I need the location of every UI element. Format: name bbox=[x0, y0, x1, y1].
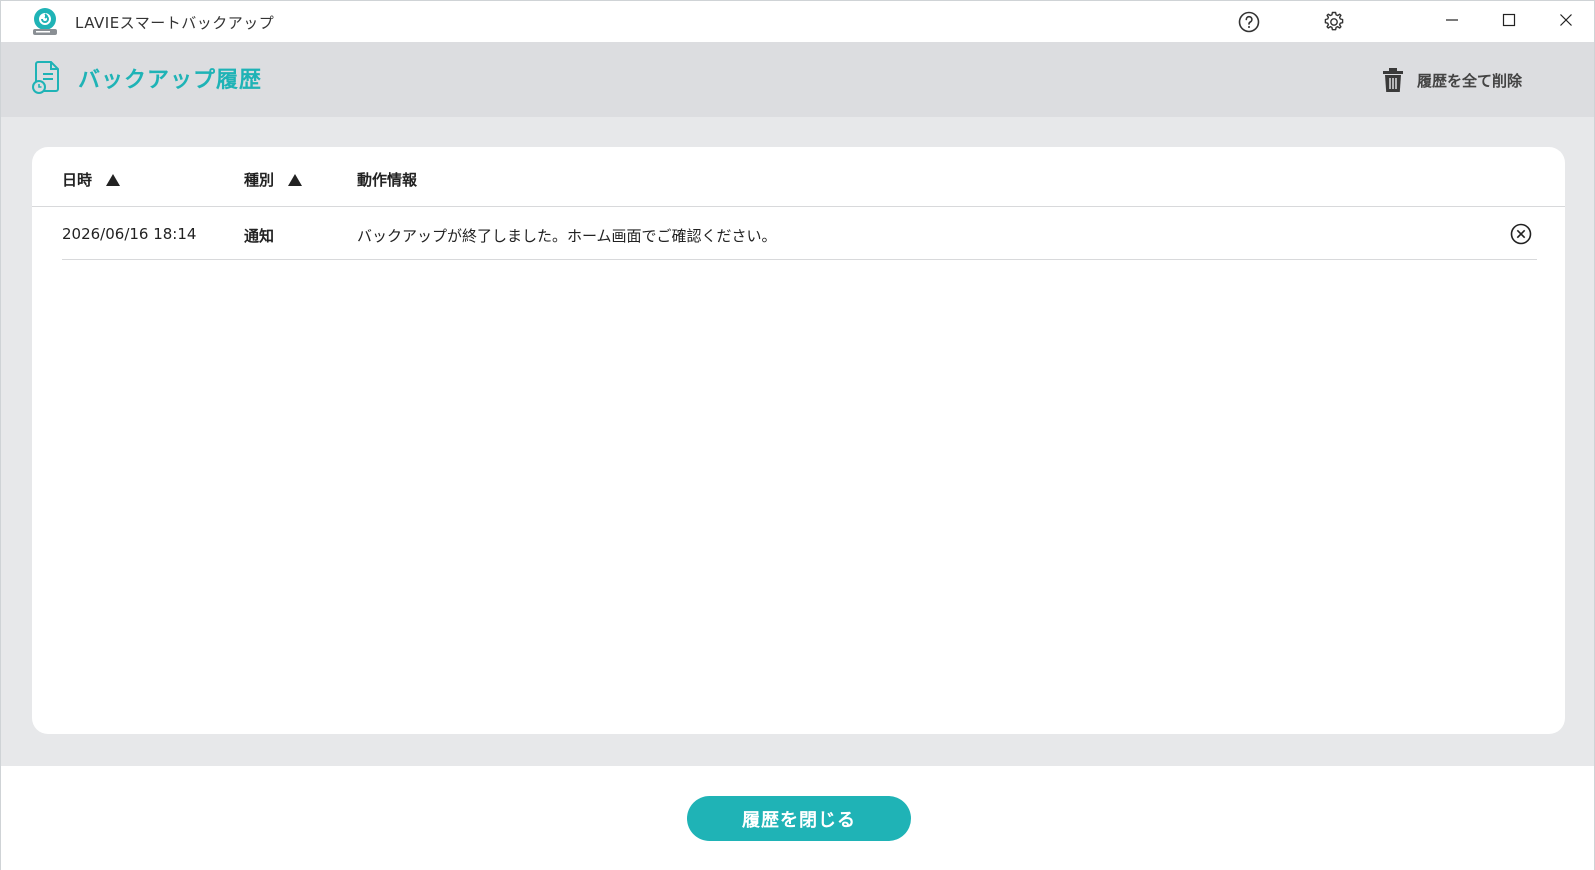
column-header-label: 種別 bbox=[244, 171, 275, 189]
footer: 履歴を閉じる bbox=[1, 766, 1594, 870]
delete-row-button[interactable] bbox=[1509, 222, 1533, 246]
page-header: バックアップ履歴 履歴を全て削除 bbox=[1, 42, 1594, 117]
table-header: 日時 種別 動作情報 bbox=[32, 147, 1565, 207]
column-header-label: 動作情報 bbox=[357, 171, 418, 189]
sort-ascending-icon bbox=[106, 173, 121, 186]
close-icon bbox=[1560, 14, 1572, 26]
settings-button[interactable] bbox=[1319, 7, 1349, 37]
delete-all-label: 履歴を全て削除 bbox=[1417, 71, 1523, 90]
row-info: バックアップが終了しました。ホーム画面でご確認ください。 bbox=[357, 227, 777, 245]
gear-icon bbox=[1324, 11, 1344, 31]
close-circle-icon bbox=[1510, 223, 1532, 245]
table-row: 2026/06/16 18:14 通知 バックアップが終了しました。ホーム画面で… bbox=[62, 207, 1537, 260]
delete-all-history-button[interactable]: 履歴を全て削除 bbox=[1381, 64, 1522, 96]
sort-ascending-icon bbox=[288, 173, 303, 186]
window-close-button[interactable] bbox=[1549, 5, 1583, 35]
app-title: LAVIEスマートバックアップ bbox=[75, 14, 275, 32]
app-window: LAVIEスマートバックアップ バックアップ履歴 履歴を全て削除 日時 種別 動… bbox=[0, 0, 1595, 870]
content-area: 日時 種別 動作情報 2026/06/16 18:14 通知 バックアップが終了… bbox=[1, 117, 1594, 766]
page-title: バックアップ履歴 bbox=[78, 68, 263, 93]
column-header-info: 動作情報 bbox=[357, 169, 417, 190]
history-table: 日時 種別 動作情報 2026/06/16 18:14 通知 バックアップが終了… bbox=[32, 147, 1565, 734]
maximize-icon bbox=[1502, 13, 1516, 27]
column-header-date[interactable]: 日時 bbox=[62, 169, 121, 190]
app-logo-icon bbox=[31, 7, 61, 37]
backup-history-icon bbox=[31, 59, 63, 95]
maximize-button[interactable] bbox=[1492, 5, 1526, 35]
column-header-label: 日時 bbox=[62, 171, 93, 189]
help-button[interactable] bbox=[1234, 7, 1264, 37]
trash-icon bbox=[1383, 68, 1403, 92]
close-history-button[interactable]: 履歴を閉じる bbox=[687, 796, 911, 841]
row-type: 通知 bbox=[244, 227, 275, 245]
minimize-icon bbox=[1446, 19, 1458, 21]
title-bar: LAVIEスマートバックアップ bbox=[1, 1, 1594, 42]
help-icon bbox=[1238, 11, 1260, 33]
minimize-button[interactable] bbox=[1435, 5, 1469, 35]
column-header-type[interactable]: 種別 bbox=[244, 169, 303, 190]
row-date: 2026/06/16 18:14 bbox=[62, 225, 197, 243]
